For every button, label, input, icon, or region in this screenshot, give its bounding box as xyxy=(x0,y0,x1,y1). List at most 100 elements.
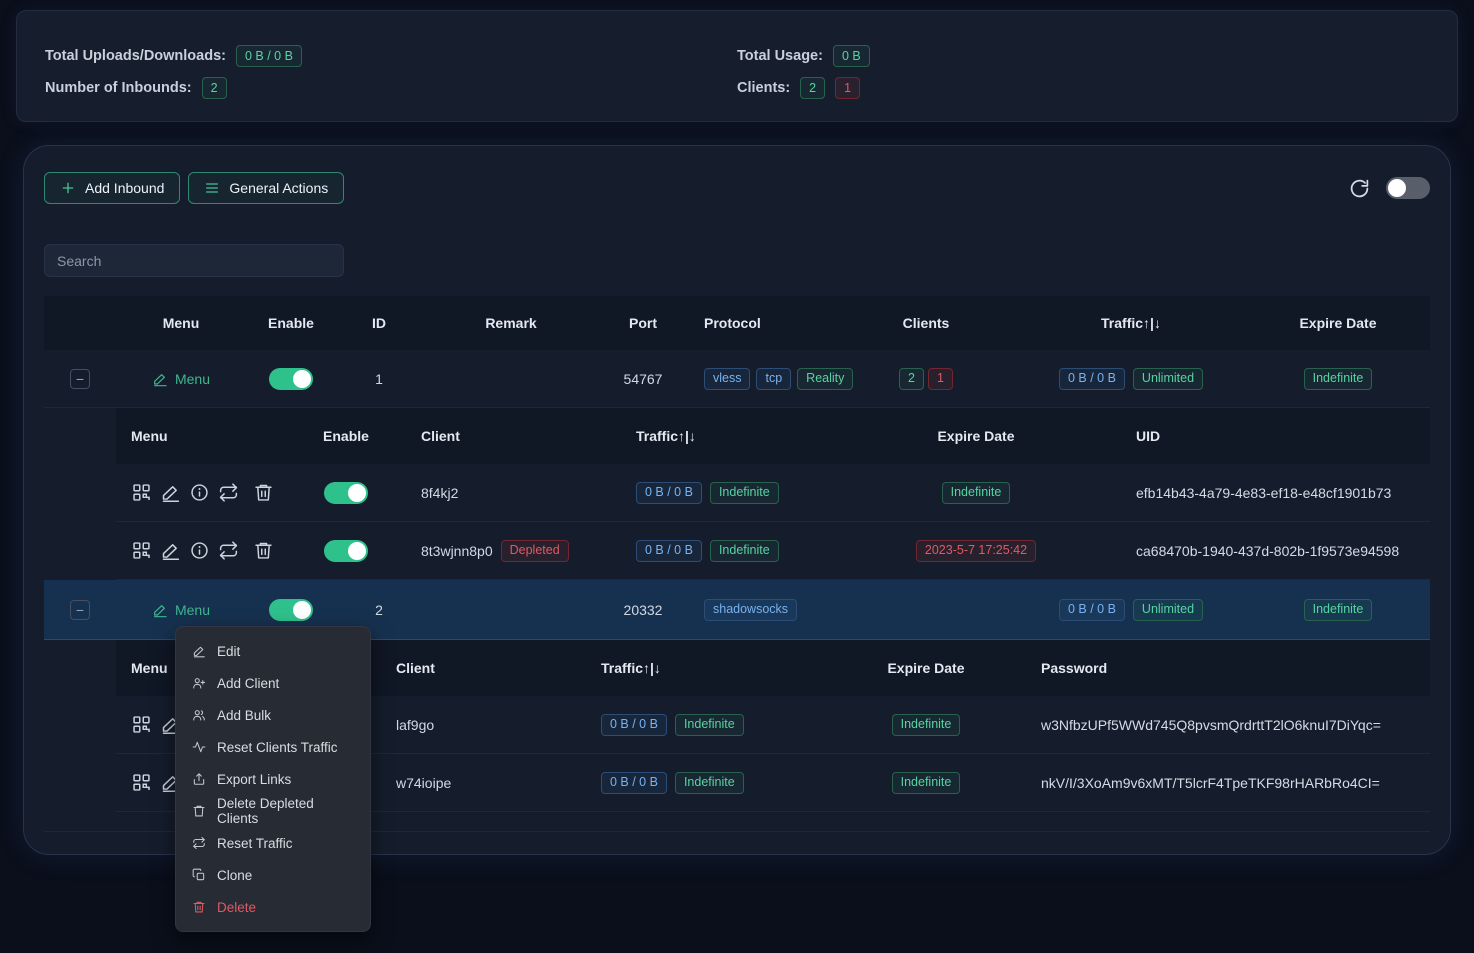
copy-icon xyxy=(192,868,206,882)
protocol-badge: vless xyxy=(704,368,750,390)
users-icon xyxy=(192,708,206,722)
sub-header-traffic[interactable]: Traffic↑|↓ xyxy=(536,660,816,676)
inbound-menu-button[interactable]: Menu xyxy=(152,602,210,618)
expire-badge: 2023-5-7 17:25:42 xyxy=(916,540,1036,562)
inbound-traffic: 0 B / 0 B Unlimited xyxy=(1016,368,1246,390)
general-actions-button[interactable]: General Actions xyxy=(188,172,344,204)
traffic-badge: 0 B / 0 B xyxy=(1059,368,1125,390)
stat-value-usage: 0 B xyxy=(833,45,870,67)
traffic-limit-badge: Indefinite xyxy=(710,540,779,562)
user-plus-icon xyxy=(192,676,206,690)
traffic-limit-badge: Indefinite xyxy=(710,482,779,504)
delete-client-icon[interactable] xyxy=(253,482,274,503)
export-icon xyxy=(192,772,206,786)
search-row xyxy=(44,244,1430,277)
header-traffic-sort[interactable]: Traffic↑|↓ xyxy=(1016,315,1246,331)
expire-badge: Indefinite xyxy=(892,714,961,736)
menu-item-reset-traffic[interactable]: Reset Traffic xyxy=(176,827,370,859)
menu-item-label: Add Bulk xyxy=(217,708,271,723)
traffic-limit-badge: Unlimited xyxy=(1133,599,1203,621)
inbound-port: 54767 xyxy=(600,371,686,387)
collapse-row-button[interactable]: − xyxy=(70,600,90,620)
client-enable-toggle[interactable] xyxy=(324,482,368,504)
menu-item-add-client[interactable]: Add Client xyxy=(176,667,370,699)
edit-client-icon[interactable] xyxy=(160,540,181,561)
menu-item-clone[interactable]: Clone xyxy=(176,859,370,891)
inbound-expire: Indefinite xyxy=(1246,599,1430,621)
menu-item-label: Add Client xyxy=(217,676,279,691)
info-icon[interactable] xyxy=(189,482,210,503)
client-row: 8t3wjnn8p0 Depleted 0 B / 0 B Indefinite… xyxy=(116,522,1430,580)
delete-client-icon[interactable] xyxy=(253,540,274,561)
menu-item-edit[interactable]: Edit xyxy=(176,635,370,667)
client-name: 8f4kj2 xyxy=(386,485,586,501)
header-port: Port xyxy=(600,315,686,331)
edit-icon xyxy=(192,644,206,658)
clients-subtable-header: Menu Enable Client Traffic↑|↓ Expire Dat… xyxy=(116,408,1430,464)
protocol-badge: shadowsocks xyxy=(704,599,797,621)
search-input[interactable] xyxy=(44,244,344,277)
traffic-badge: 0 B / 0 B xyxy=(636,482,702,504)
traffic-limit-badge: Indefinite xyxy=(675,714,744,736)
client-uid: efb14b43-4a79-4e83-ef18-e48cf1901b73 xyxy=(1096,485,1430,501)
traffic-limit-badge: Unlimited xyxy=(1133,368,1203,390)
toolbar: Add Inbound General Actions xyxy=(44,172,1430,204)
sub-header-expire: Expire Date xyxy=(816,660,1036,676)
info-icon[interactable] xyxy=(189,540,210,561)
inbound-id: 1 xyxy=(336,371,422,387)
reset-client-traffic-icon[interactable] xyxy=(218,482,239,503)
client-row: 8f4kj2 0 B / 0 B Indefinite Indefinite e… xyxy=(116,464,1430,522)
traffic-badge: 0 B / 0 B xyxy=(601,772,667,794)
inbound-enable-toggle[interactable] xyxy=(269,599,313,621)
inbound-id: 2 xyxy=(336,602,422,618)
qr-code-icon[interactable] xyxy=(131,714,152,735)
stat-label-usage: Total Usage: xyxy=(737,48,823,64)
header-protocol: Protocol xyxy=(686,315,836,331)
add-inbound-label: Add Inbound xyxy=(85,180,164,196)
qr-code-icon[interactable] xyxy=(131,772,152,793)
menu-item-delete[interactable]: Delete xyxy=(176,891,370,923)
client-password: nkV/I/3XoAm9v6xMT/T5lcrF4TpeTKF98rHARbRo… xyxy=(1036,775,1430,791)
stat-total-uploads-downloads: Total Uploads/Downloads: 0 B / 0 B xyxy=(45,45,737,67)
clients-active-badge: 2 xyxy=(899,368,924,390)
theme-toggle[interactable] xyxy=(1386,177,1430,199)
qr-code-icon[interactable] xyxy=(131,540,152,561)
menu-item-export-links[interactable]: Export Links xyxy=(176,763,370,795)
inbound-port: 20332 xyxy=(600,602,686,618)
sub-header-client: Client xyxy=(386,428,586,444)
protocol-badge: tcp xyxy=(756,368,791,390)
client-name: 8t3wjnn8p0 xyxy=(421,543,493,559)
stat-total-usage: Total Usage: 0 B xyxy=(737,45,1429,67)
inbound-menu-button[interactable]: Menu xyxy=(152,371,210,387)
trash-icon xyxy=(192,900,206,914)
menu-item-add-bulk[interactable]: Add Bulk xyxy=(176,699,370,731)
inbound-protocols: shadowsocks xyxy=(686,599,836,621)
sub-header-uid: UID xyxy=(1096,428,1430,444)
expire-badge: Indefinite xyxy=(942,482,1011,504)
traffic-badge: 0 B / 0 B xyxy=(601,714,667,736)
general-actions-label: General Actions xyxy=(229,180,328,196)
sub-header-menu: Menu xyxy=(116,428,306,444)
client-name-cell: 8t3wjnn8p0 Depleted xyxy=(386,540,586,562)
sub-header-client: Client xyxy=(346,660,536,676)
menu-item-delete-depleted-clients[interactable]: Delete Depleted Clients xyxy=(176,795,370,827)
add-inbound-button[interactable]: Add Inbound xyxy=(44,172,180,204)
sub-header-expire: Expire Date xyxy=(856,428,1096,444)
inbound-enable-toggle[interactable] xyxy=(269,368,313,390)
stat-label-inbounds: Number of Inbounds: xyxy=(45,80,192,96)
expire-badge: Indefinite xyxy=(1304,368,1373,390)
sub-header-traffic[interactable]: Traffic↑|↓ xyxy=(586,428,856,444)
collapse-row-button[interactable]: − xyxy=(70,369,90,389)
refresh-icon[interactable] xyxy=(1349,178,1370,199)
edit-client-icon[interactable] xyxy=(160,482,181,503)
reset-client-traffic-icon[interactable] xyxy=(218,540,239,561)
inbound-clients: 2 1 xyxy=(836,368,1016,390)
depleted-badge: Depleted xyxy=(501,540,569,562)
inbound-row: − Menu 1 54767 vless tcp Reality xyxy=(44,350,1430,408)
menu-item-label: Reset Traffic xyxy=(217,836,293,851)
qr-code-icon[interactable] xyxy=(131,482,152,503)
client-enable-toggle[interactable] xyxy=(324,540,368,562)
traffic-badge: 0 B / 0 B xyxy=(636,540,702,562)
menu-item-reset-clients-traffic[interactable]: Reset Clients Traffic xyxy=(176,731,370,763)
client-actions xyxy=(116,482,306,503)
